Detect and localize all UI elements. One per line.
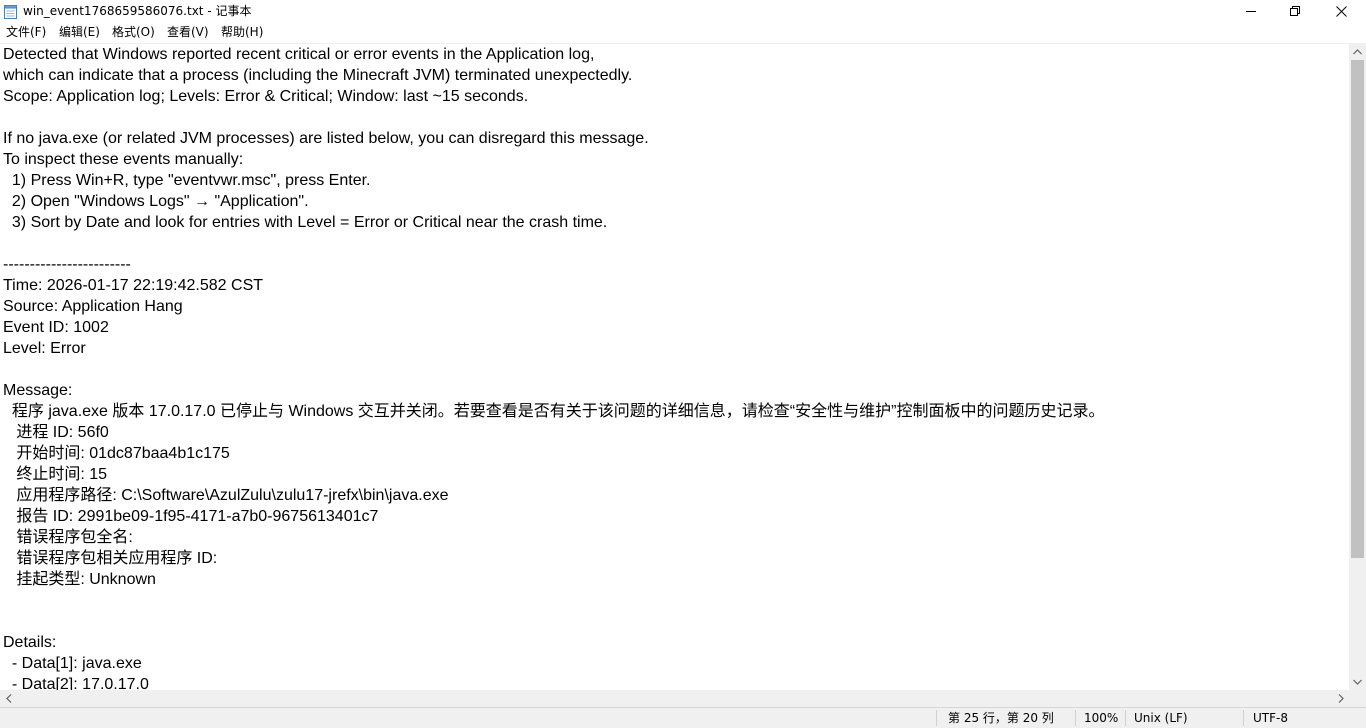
- text-line: 2) Open "Windows Logs" → "Application".: [3, 193, 309, 210]
- text-line: [3, 590, 1104, 611]
- text-line: Event ID: 1002: [3, 319, 109, 336]
- text-line: 3) Sort by Date and look for entries wit…: [3, 214, 608, 231]
- scroll-right-button[interactable]: [1332, 690, 1349, 707]
- menu-help[interactable]: 帮助(H): [221, 24, 263, 40]
- text-line: 应用程序路径: C:\Software\AzulZulu\zulu17-jref…: [3, 487, 449, 504]
- window-title: win_event1768659586076.txt - 记事本: [23, 4, 252, 18]
- text-line: If no java.exe (or related JVM processes…: [3, 130, 649, 147]
- text-line: Scope: Application log; Levels: Error & …: [3, 88, 529, 105]
- scrollbar-corner: [1349, 690, 1366, 707]
- vertical-scroll-thumb[interactable]: [1351, 60, 1364, 558]
- text-line: [3, 233, 1104, 254]
- text-encoding: UTF-8: [1253, 711, 1288, 725]
- line-ending: Unix (LF): [1134, 711, 1188, 725]
- text-line: To inspect these events manually:: [3, 151, 244, 168]
- zoom-level: 100%: [1084, 711, 1119, 725]
- text-line: Message:: [3, 382, 73, 399]
- menu-format[interactable]: 格式(O): [112, 24, 155, 40]
- restore-icon: [1290, 6, 1300, 16]
- close-button[interactable]: [1318, 0, 1364, 22]
- title-bar[interactable]: win_event1768659586076.txt - 记事本: [0, 0, 1366, 22]
- close-icon: [1335, 5, 1347, 17]
- text-editor[interactable]: Detected that Windows reported recent cr…: [0, 43, 1349, 691]
- text-line: 开始时间: 01dc87baa4b1c175: [3, 445, 230, 462]
- chevron-left-icon: [5, 694, 11, 703]
- chevron-up-icon: [1353, 48, 1362, 54]
- text-line: 报告 ID: 2991be09-1f95-4171-a7b0-967561340…: [3, 508, 379, 525]
- status-divider: [1125, 710, 1126, 726]
- text-line: 进程 ID: 56f0: [3, 424, 109, 441]
- scroll-down-button[interactable]: [1349, 673, 1366, 690]
- horizontal-scrollbar[interactable]: [0, 690, 1349, 707]
- text-line: 错误程序包相关应用程序 ID:: [3, 550, 222, 567]
- text-line: [3, 611, 1104, 632]
- menu-edit[interactable]: 编辑(E): [59, 24, 100, 40]
- notepad-window: win_event1768659586076.txt - 记事本 文件(F) 编…: [0, 0, 1366, 728]
- text-line: 挂起类型: Unknown: [3, 571, 156, 588]
- restore-button[interactable]: [1272, 0, 1318, 22]
- text-line: Time: 2026-01-17 22:19:42.582 CST: [3, 277, 264, 294]
- text-line: 程序 java.exe 版本 17.0.17.0 已停止与 Windows 交互…: [3, 403, 1105, 420]
- chevron-down-icon: [1353, 679, 1362, 685]
- text-line: 终止时间: 15: [3, 466, 108, 483]
- text-line: 错误程序包全名:: [3, 529, 138, 546]
- text-line: [3, 107, 1104, 128]
- text-line: ------------------------: [3, 256, 131, 273]
- text-line: which can indicate that a process (inclu…: [3, 67, 633, 84]
- menu-view[interactable]: 查看(V): [167, 24, 209, 40]
- notepad-icon: [4, 5, 17, 19]
- text-line: [3, 359, 1104, 380]
- scroll-up-button[interactable]: [1349, 43, 1366, 60]
- text-line: - Data[1]: java.exe: [3, 655, 142, 672]
- text-line: Details:: [3, 634, 57, 651]
- text-line: Level: Error: [3, 340, 86, 357]
- text-line: Source: Application Hang: [3, 298, 183, 315]
- document-text[interactable]: Detected that Windows reported recent cr…: [3, 44, 1104, 691]
- status-divider: [1075, 710, 1076, 726]
- status-bar: 第 25 行，第 20 列 100% Unix (LF) UTF-8: [0, 707, 1366, 728]
- chevron-right-icon: [1338, 694, 1344, 703]
- minimize-button[interactable]: [1228, 0, 1274, 22]
- cursor-position: 第 25 行，第 20 列: [948, 711, 1054, 725]
- status-divider: [1243, 710, 1244, 726]
- status-divider: [936, 710, 937, 726]
- text-line: 1) Press Win+R, type "eventvwr.msc", pre…: [3, 172, 371, 189]
- scroll-left-button[interactable]: [0, 690, 17, 707]
- text-line: - Data[2]: 17.0.17.0: [3, 676, 149, 691]
- text-line: Detected that Windows reported recent cr…: [3, 46, 595, 63]
- menu-file[interactable]: 文件(F): [6, 24, 46, 40]
- menu-bar: 文件(F) 编辑(E) 格式(O) 查看(V) 帮助(H): [0, 22, 1366, 42]
- minimize-icon: [1246, 11, 1256, 12]
- vertical-scrollbar[interactable]: [1349, 43, 1366, 690]
